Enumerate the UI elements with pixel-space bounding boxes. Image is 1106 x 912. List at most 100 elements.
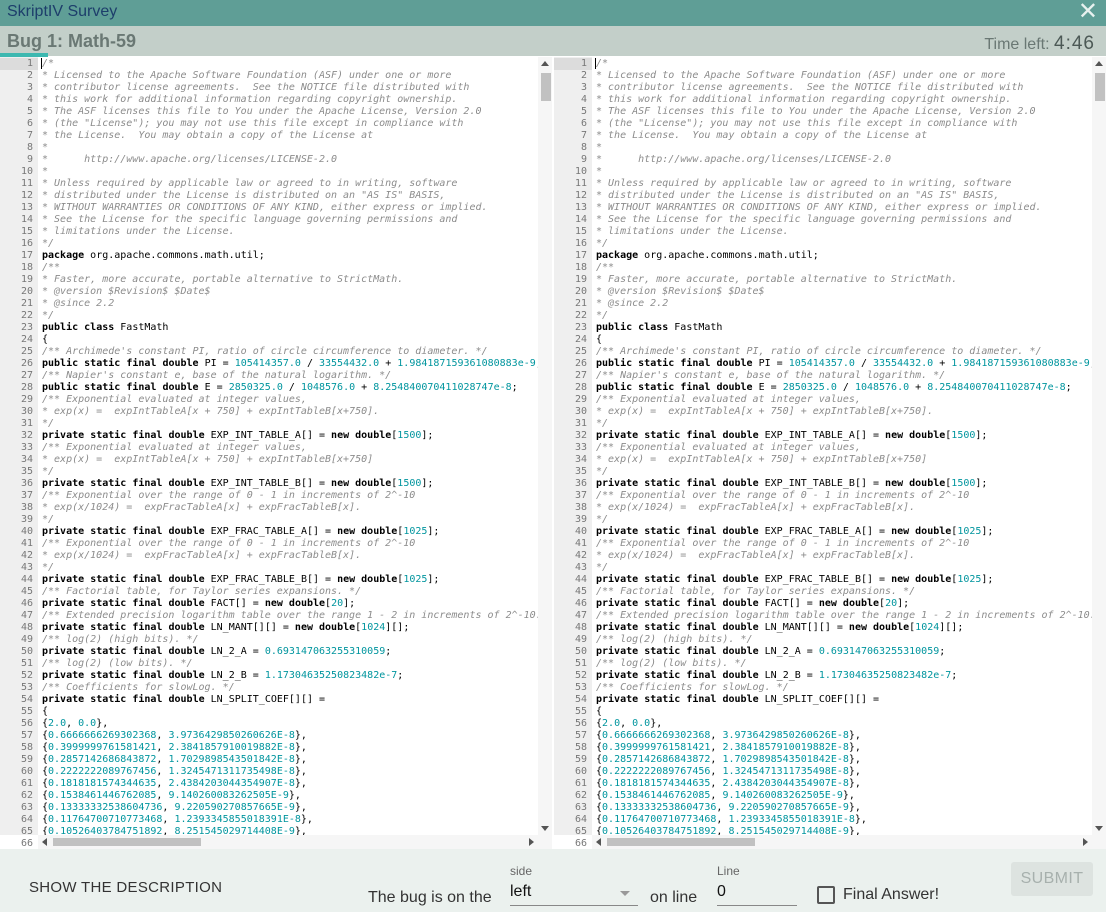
code-editor[interactable]: /* * Licensed to the Apache Software Foun… (592, 57, 1092, 835)
line-number: 2 (26, 70, 33, 81)
line-number: 64 (574, 814, 587, 825)
code-line: * See the License for the specific langu… (42, 214, 458, 225)
line-number: 57 (20, 730, 33, 741)
line-number: 46 (20, 598, 33, 609)
code-line: package org.apache.commons.math.util; (42, 250, 265, 261)
line-number: 19 (20, 274, 33, 285)
code-line: public static final double PI = 10541435… (42, 358, 538, 369)
line-number-input[interactable]: 0 (717, 883, 797, 906)
code-line: * this work for additional information r… (42, 94, 458, 105)
scroll-left-icon[interactable] (42, 838, 47, 846)
code-line: * the License. You may obtain a copy of … (42, 130, 374, 141)
line-field-label: Line (717, 864, 740, 878)
line-number: 32 (20, 430, 33, 441)
scroll-down-icon[interactable] (1095, 826, 1103, 831)
code-line: * WITHOUT WARRANTIES OR CONDITIONS OF AN… (42, 202, 488, 213)
line-number: 27 (574, 370, 587, 381)
line-number: 31 (20, 418, 33, 429)
side-select[interactable]: left (510, 883, 638, 906)
line-number: 18 (574, 262, 587, 273)
line-number: 7 (580, 130, 587, 141)
line-number: 55 (574, 706, 587, 717)
line-number: 51 (20, 658, 33, 669)
scroll-right-icon[interactable] (529, 838, 534, 846)
horizontal-scrollbar[interactable] (592, 835, 1106, 849)
vertical-scrollbar[interactable] (538, 57, 552, 835)
code-line: * exp(x) = expIntTableA[x + 750] + expIn… (42, 406, 380, 417)
scroll-thumb[interactable] (1095, 73, 1105, 101)
code-line: * Licensed to the Apache Software Founda… (42, 70, 452, 81)
line-number: 41 (20, 538, 33, 549)
line-number: 26 (574, 358, 587, 369)
code-line: {0.10526403784751892, 8.251545029714408E… (596, 826, 861, 835)
time-seconds: 46 (1071, 33, 1095, 54)
code-line: /** (596, 262, 615, 273)
close-icon[interactable]: ✕ (1078, 0, 1098, 25)
code-line: /** (42, 262, 61, 273)
scroll-thumb[interactable] (53, 838, 201, 846)
line-number: 10 (20, 166, 33, 177)
code-line: {0.6666666269302368, 3.9736429850260626E… (596, 730, 861, 741)
submit-button[interactable]: SUBMIT (1011, 862, 1093, 896)
code-line: */ (596, 514, 609, 525)
code-line: * exp(x/1024) = expFracTableA[x] + expFr… (596, 550, 916, 561)
line-number: 37 (574, 490, 587, 501)
code-line: /** Exponential over the range of 0 - 1 … (596, 490, 970, 501)
code-line: * @since 2.2 (596, 298, 669, 309)
line-number: 12 (20, 190, 33, 201)
scroll-thumb[interactable] (541, 73, 551, 101)
line-number: 3 (26, 82, 33, 93)
vertical-scrollbar[interactable] (1092, 57, 1106, 835)
scroll-left-icon[interactable] (596, 838, 601, 846)
code-pane-right[interactable]: 1 2 3 4 5 6 7 8 9 10 11 12 13 14 15 16 17 18 19 20 21 22 23 24 2… (554, 57, 1106, 849)
code-line: /* (42, 58, 55, 69)
scroll-down-icon[interactable] (541, 826, 549, 831)
code-line: * exp(x/1024) = expFracTableA[x] + expFr… (42, 502, 362, 513)
line-number: 5 (580, 106, 587, 117)
line-number: 38 (20, 502, 33, 513)
scroll-right-icon[interactable] (1083, 838, 1088, 846)
code-line: private static final double LN_2_A = 0.6… (596, 646, 946, 657)
code-line: /** log(2) (low bits). */ (596, 658, 747, 669)
code-line: /** Exponential over the range of 0 - 1 … (42, 490, 416, 501)
line-number: 28 (20, 382, 33, 393)
code-line: * (596, 142, 603, 153)
code-line: */ (42, 310, 55, 321)
code-line: * Unless required by applicable law or a… (596, 178, 1012, 189)
line-number: 18 (20, 262, 33, 273)
line-number-gutter: 1 2 3 4 5 6 7 8 9 10 11 12 13 14 15 16 17 18 19 20 21 22 23 24 2… (0, 57, 38, 849)
code-line: /** Extended precision logarithm table o… (42, 610, 538, 621)
line-number: 7 (26, 130, 33, 141)
line-number: 50 (20, 646, 33, 657)
line-number: 22 (20, 310, 33, 321)
line-number: 44 (20, 574, 33, 585)
code-line: {0.13333332538604736, 9.220590270857665E… (596, 802, 861, 813)
code-line: /** Exponential over the range of 0 - 1 … (42, 538, 416, 549)
code-pane-left[interactable]: 1 2 3 4 5 6 7 8 9 10 11 12 13 14 15 16 17 18 19 20 21 22 23 24 2… (0, 57, 552, 849)
code-line: * this work for additional information r… (596, 94, 1012, 105)
code-line: * (42, 166, 49, 177)
header-bar: Bug 1: Math-59 Time left: 4:46 (0, 26, 1106, 56)
line-number: 48 (20, 622, 33, 633)
line-number: 65 (20, 826, 33, 837)
code-line: */ (42, 238, 55, 249)
line-number: 8 (580, 142, 587, 153)
scroll-up-icon[interactable] (541, 61, 549, 66)
line-number: 49 (20, 634, 33, 645)
code-line: { (596, 334, 603, 345)
code-line: /** Exponential evaluated at integer val… (596, 442, 861, 453)
code-line: * @version $Revision$ $Date$ (596, 286, 765, 297)
line-number: 30 (574, 406, 587, 417)
scroll-thumb[interactable] (607, 838, 755, 846)
line-number: 6 (580, 118, 587, 129)
code-editor[interactable]: /* * Licensed to the Apache Software Foun… (38, 57, 538, 835)
final-answer-checkbox[interactable] (817, 886, 835, 904)
show-description-button[interactable]: SHOW THE DESCRIPTION (29, 879, 222, 896)
line-number: 14 (574, 214, 587, 225)
code-line: {0.1818181574344635, 2.4384203044354907E… (596, 778, 861, 789)
line-number: 43 (20, 562, 33, 573)
line-number: 45 (574, 586, 587, 597)
code-line: /** Exponential evaluated at integer val… (42, 394, 307, 405)
horizontal-scrollbar[interactable] (38, 835, 552, 849)
scroll-up-icon[interactable] (1095, 61, 1103, 66)
